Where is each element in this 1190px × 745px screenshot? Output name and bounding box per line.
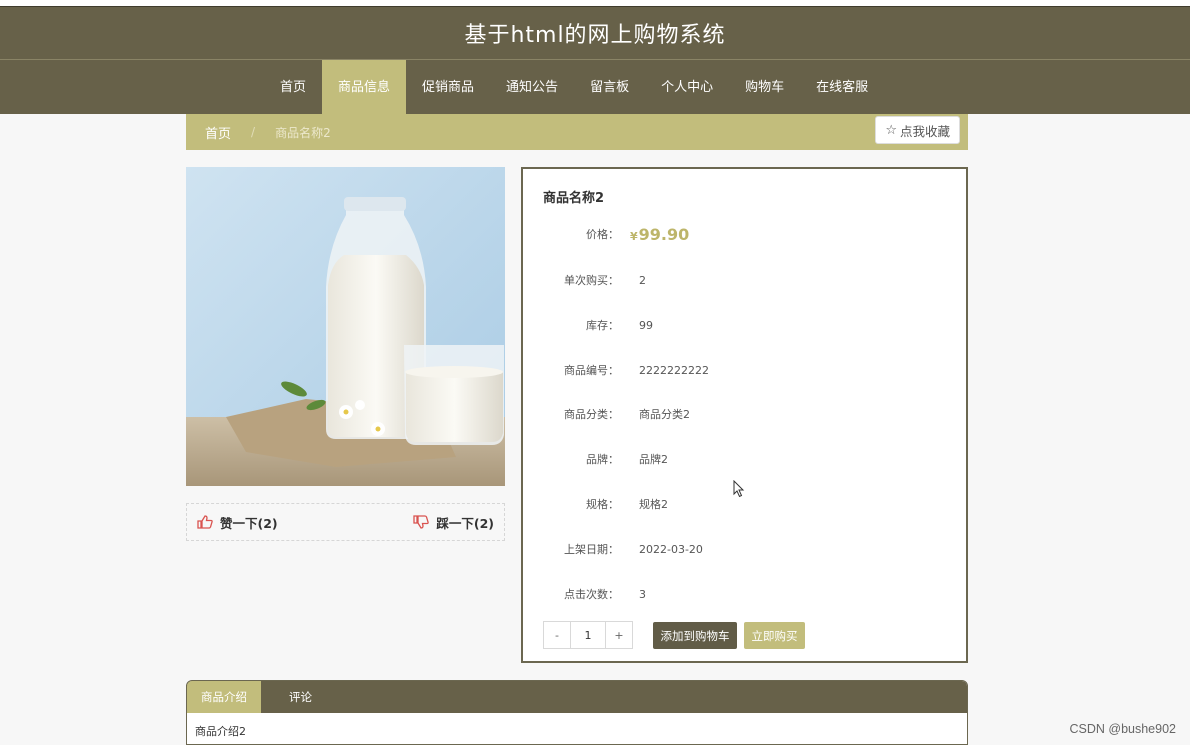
thumbs-down-icon <box>413 515 430 529</box>
tab-content: 商品介绍2 <box>195 725 246 738</box>
breadcrumb: 首页 / 商品名称2 ☆ 点我收藏 <box>186 114 968 150</box>
nav-item-notices[interactable]: 通知公告 <box>490 60 574 115</box>
dislike-button[interactable]: 踩一下(2) <box>413 513 494 532</box>
info-row-brand: 品牌： 品牌2 <box>523 449 966 469</box>
product-info-panel: 商品名称2 价格： ¥99.90 单次购买： 2 库存： 99 商品编号： 22… <box>521 167 968 663</box>
nav-item-message-board[interactable]: 留言板 <box>574 60 645 115</box>
favorite-button[interactable]: ☆ 点我收藏 <box>875 116 960 144</box>
field-value: 2 <box>639 273 646 287</box>
add-to-cart-button[interactable]: 添加到购物车 <box>653 622 737 649</box>
info-row-price: 价格： ¥99.90 <box>523 224 966 244</box>
breadcrumb-current: 商品名称2 <box>275 125 331 140</box>
nav-item-home[interactable]: 首页 <box>264 60 322 115</box>
tab-product-intro[interactable]: 商品介绍 <box>187 681 261 713</box>
field-label: 商品编号： <box>564 364 619 377</box>
mouse-cursor-icon <box>733 480 745 498</box>
field-label: 点击次数： <box>564 588 619 601</box>
tab-comments[interactable]: 评论 <box>261 681 340 713</box>
info-row-clicks: 点击次数： 3 <box>523 584 966 604</box>
nav-item-products[interactable]: 商品信息 <box>322 60 407 115</box>
field-value: 2222222222 <box>639 363 709 377</box>
thumbs-up-icon <box>197 515 213 529</box>
price-value: ¥99.90 <box>630 224 690 244</box>
info-row-category: 商品分类： 商品分类2 <box>523 404 966 424</box>
info-row-stock: 库存： 99 <box>523 315 966 335</box>
info-row-listing-date: 上架日期： 2022-03-20 <box>523 539 966 559</box>
field-label: 规格： <box>586 498 619 511</box>
tabs-header: 商品介绍 评论 <box>187 681 967 713</box>
field-label: 价格： <box>586 228 619 241</box>
nav-item-promotions[interactable]: 促销商品 <box>406 60 490 115</box>
dislike-label: 踩一下(2) <box>436 515 494 531</box>
increase-button[interactable]: + <box>606 622 632 648</box>
product-tabs: 商品介绍 评论 商品介绍2 <box>186 680 968 745</box>
field-value: 品牌2 <box>639 453 668 466</box>
field-label: 商品分类： <box>564 408 619 421</box>
nav-item-cart[interactable]: 购物车 <box>729 60 800 115</box>
nav-item-support[interactable]: 在线客服 <box>800 60 884 115</box>
field-value: 99 <box>639 318 653 332</box>
info-row-per-purchase: 单次购买： 2 <box>523 270 966 290</box>
quantity-input[interactable]: 1 <box>570 622 606 648</box>
nav-item-user-center[interactable]: 个人中心 <box>645 60 729 115</box>
field-label: 库存： <box>586 319 619 332</box>
like-label: 赞一下(2) <box>220 515 278 531</box>
field-label: 品牌： <box>586 453 619 466</box>
info-row-product-code: 商品编号： 2222222222 <box>523 360 966 380</box>
field-value: 2022-03-20 <box>639 542 703 556</box>
field-value: 商品分类2 <box>639 408 690 421</box>
breadcrumb-separator: / <box>251 125 256 139</box>
field-value: 规格2 <box>639 498 668 511</box>
decrease-button[interactable]: - <box>544 622 570 648</box>
favorite-label: 点我收藏 <box>899 123 950 139</box>
main-nav: 首页 商品信息 促销商品 通知公告 留言板 个人中心 购物车 在线客服 <box>0 59 1190 115</box>
field-label: 单次购买： <box>564 274 619 287</box>
like-button[interactable]: 赞一下(2) <box>197 513 278 532</box>
buy-now-button[interactable]: 立即购买 <box>744 622 805 649</box>
breadcrumb-home[interactable]: 首页 <box>205 123 231 142</box>
quantity-stepper: - 1 + <box>543 621 633 649</box>
product-name: 商品名称2 <box>543 191 605 206</box>
field-label: 上架日期： <box>564 543 619 556</box>
watermark: CSDN @bushe902 <box>1069 722 1177 736</box>
star-outline-icon: ☆ <box>885 122 897 138</box>
vote-box: 赞一下(2) 踩一下(2) <box>186 503 505 541</box>
site-header: 基于html的网上购物系统 <box>0 6 1190 59</box>
product-image <box>186 167 505 486</box>
field-value: 3 <box>639 587 646 601</box>
site-title: 基于html的网上购物系统 <box>464 23 726 48</box>
